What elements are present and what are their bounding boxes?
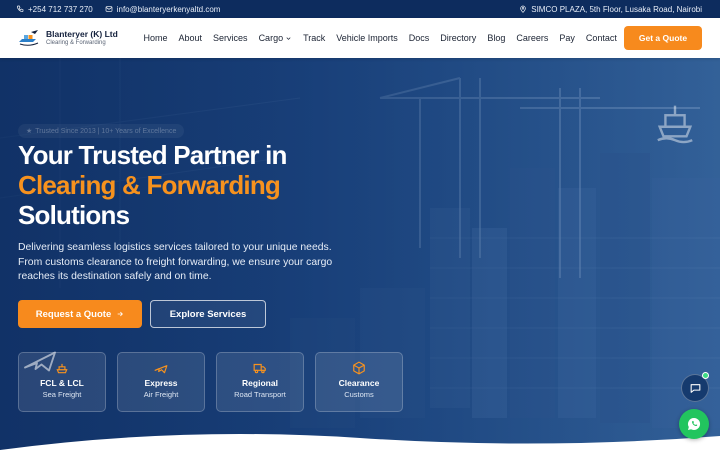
- service-card-title: Clearance: [338, 378, 380, 388]
- arrow-right-icon: [117, 311, 124, 317]
- logo-mark-icon: [19, 30, 39, 46]
- explore-services-button[interactable]: Explore Services: [150, 300, 266, 328]
- brand-tagline: Clearing & Forwarding: [46, 40, 106, 46]
- ship-icon: [657, 105, 693, 144]
- phone-contact[interactable]: +254 712 737 270: [16, 5, 93, 14]
- hero-title-line1: Your Trusted Partner in: [18, 140, 287, 170]
- nav-item-blog[interactable]: Blog: [482, 33, 511, 43]
- nav-item-about[interactable]: About: [173, 33, 208, 43]
- truck-icon: [253, 363, 266, 374]
- top-info-bar: +254 712 737 270 info@blanteryerkenyaltd…: [0, 0, 720, 18]
- service-card-customs[interactable]: Clearance Customs: [315, 352, 403, 412]
- email-address: info@blanteryerkenyaltd.com: [116, 4, 221, 14]
- service-card-title: Regional: [242, 378, 278, 388]
- service-card-subtitle: Road Transport: [234, 390, 286, 399]
- service-card-subtitle: Customs: [344, 390, 374, 399]
- address-info: SIMCO PLAZA, 5th Floor, Lusaka Road, Nai…: [519, 5, 702, 14]
- hero-section: ★ Trusted Since 2013 | 10+ Years of Exce…: [0, 58, 720, 450]
- address-text: SIMCO PLAZA, 5th Floor, Lusaka Road, Nai…: [531, 4, 702, 14]
- nav-item-cargo-label: Cargo: [258, 33, 284, 43]
- package-icon: [353, 361, 365, 375]
- get-quote-button[interactable]: Get a Quote: [624, 26, 702, 50]
- main-navigation: Blanteryer (K) Ltd Clearing & Forwarding…: [0, 18, 720, 58]
- nav-item-vehicle-imports[interactable]: Vehicle Imports: [331, 33, 404, 43]
- service-card-subtitle: Sea Freight: [42, 390, 82, 399]
- service-card-title: Express: [144, 378, 178, 388]
- nav-item-careers[interactable]: Careers: [511, 33, 554, 43]
- star-icon: ★: [26, 128, 33, 135]
- phone-number: +254 712 737 270: [28, 4, 93, 14]
- brand-name: Blanteryer (K) Ltd: [46, 29, 118, 39]
- service-card-subtitle: Air Freight: [143, 390, 179, 399]
- brand-logo[interactable]: Blanteryer (K) Ltd Clearing & Forwarding: [18, 29, 134, 47]
- service-card-air[interactable]: Express Air Freight: [117, 352, 205, 412]
- email-contact[interactable]: info@blanteryerkenyaltd.com: [105, 4, 221, 14]
- service-card-road[interactable]: Regional Road Transport: [216, 352, 304, 412]
- mail-icon: [105, 6, 113, 12]
- trust-badge: ★ Trusted Since 2013 | 10+ Years of Exce…: [18, 124, 185, 138]
- bottom-wave: [0, 434, 720, 450]
- trust-badge-text: Trusted Since 2013 | 10+ Years of Excell…: [35, 127, 177, 135]
- hero-subtitle: Delivering seamless logistics services t…: [18, 242, 333, 282]
- hero-title: Your Trusted Partner in Clearing & Forwa…: [18, 140, 287, 230]
- request-quote-button[interactable]: Request a Quote: [18, 300, 142, 328]
- chevron-down-icon: [286, 36, 291, 40]
- location-pin-icon: [520, 5, 526, 13]
- nav-menu: Home About Services Cargo Track Vehicle …: [138, 33, 622, 43]
- nav-item-home[interactable]: Home: [138, 33, 173, 43]
- chat-bubble-icon: [690, 383, 700, 393]
- hero-title-highlight: Clearing & Forwarding: [18, 170, 281, 200]
- nav-item-contact[interactable]: Contact: [580, 33, 622, 43]
- hero-title-line3: Solutions: [18, 200, 130, 230]
- whatsapp-button[interactable]: [679, 409, 709, 439]
- nav-item-pay[interactable]: Pay: [554, 33, 581, 43]
- request-quote-label: Request a Quote: [35, 308, 112, 320]
- decorative-plane-icon: [24, 351, 56, 372]
- nav-item-services[interactable]: Services: [208, 33, 254, 43]
- whatsapp-icon: [687, 417, 701, 430]
- online-status-dot: [702, 372, 709, 379]
- nav-item-cargo[interactable]: Cargo: [253, 33, 298, 43]
- nav-item-docs[interactable]: Docs: [403, 33, 435, 43]
- phone-icon: [16, 5, 24, 13]
- plane-icon: [154, 365, 168, 374]
- nav-item-track[interactable]: Track: [298, 33, 331, 43]
- nav-item-directory[interactable]: Directory: [435, 33, 482, 43]
